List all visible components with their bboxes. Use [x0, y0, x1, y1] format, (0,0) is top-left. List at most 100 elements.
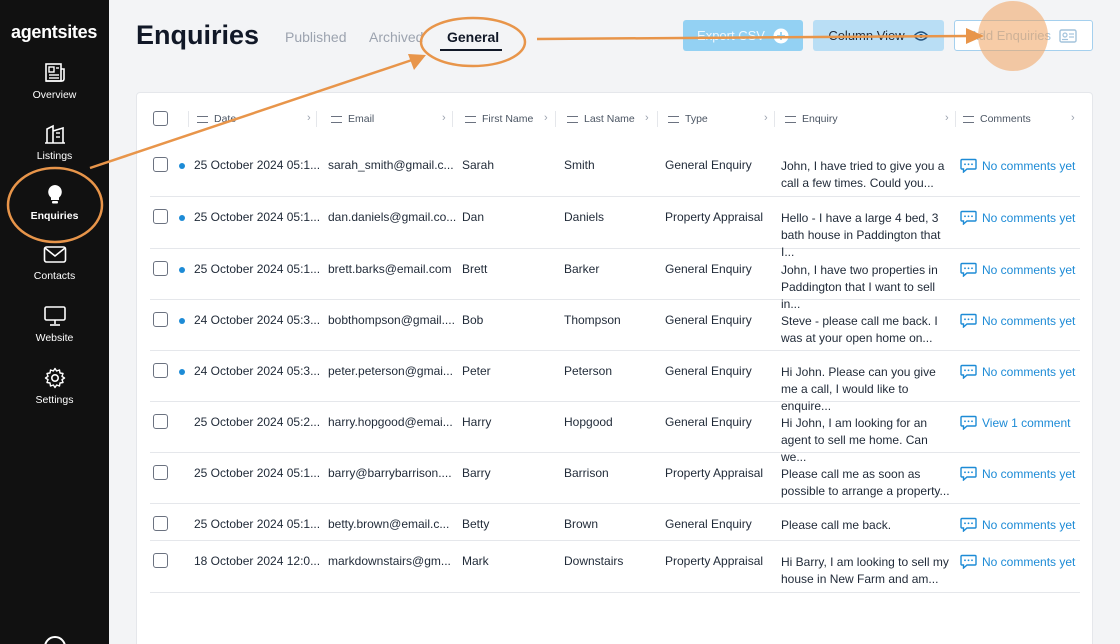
export-csv-label: Export CSV [697, 28, 765, 43]
column-header-last-name[interactable]: Last Name [567, 113, 635, 125]
cell-last-name: Hopgood [564, 415, 613, 429]
sidebar-item-label: Listings [36, 150, 73, 162]
column-header-type[interactable]: Type [668, 113, 708, 125]
cell-first-name: Sarah [462, 158, 495, 172]
sidebar-item-label: Overview [32, 89, 77, 101]
sidebar-item-label: Contacts [33, 270, 76, 282]
column-label: Date [214, 113, 237, 125]
chevron-right-icon[interactable]: › [645, 112, 649, 124]
cell-date: 25 October 2024 05:1... [194, 262, 321, 276]
enquiries-table: Date › Email › First Name › Last Name › … [136, 92, 1093, 644]
row-checkbox[interactable] [153, 465, 168, 480]
table-row[interactable]: 24 October 2024 05:3... peter.peterson@gm… [150, 351, 1080, 413]
comment-bubble-icon [960, 466, 977, 481]
sidebar-item-settings[interactable]: Settings [0, 367, 109, 423]
add-enquiries-button[interactable]: Add Enquiries [954, 20, 1093, 51]
comments-link[interactable]: No comments yet [960, 262, 1075, 277]
column-header-enquiry[interactable]: Enquiry [785, 113, 838, 125]
cell-first-name: Bob [462, 313, 484, 327]
column-label: Enquiry [802, 113, 838, 125]
unread-indicator [179, 267, 185, 273]
table-row[interactable]: 25 October 2024 05:1... dan.daniels@gmail… [150, 197, 1080, 259]
cell-email: sarah_smith@gmail.c... [328, 158, 454, 172]
cell-email: harry.hopgood@emai... [328, 415, 453, 429]
row-checkbox[interactable] [153, 312, 168, 327]
table-row[interactable]: 25 October 2024 05:1... brett.barks@email… [150, 249, 1080, 311]
cell-date: 25 October 2024 05:2... [194, 415, 321, 429]
comments-link[interactable]: No comments yet [960, 517, 1075, 532]
row-checkbox[interactable] [153, 516, 168, 531]
comments-link[interactable]: No comments yet [960, 554, 1075, 569]
sidebar-item-website[interactable]: Website [0, 305, 109, 361]
table-row[interactable]: 18 October 2024 12:0... markdownstairs@gm… [150, 541, 1080, 593]
table-header: Date › Email › First Name › Last Name › … [137, 93, 1092, 145]
comments-label: No comments yet [982, 466, 1076, 481]
comment-bubble-icon [960, 364, 977, 379]
comments-label: No comments yet [982, 210, 1076, 225]
column-separator [657, 111, 658, 127]
comments-label: No comments yet [982, 364, 1076, 379]
building-icon [44, 124, 65, 144]
envelope-icon [43, 246, 66, 263]
cell-last-name: Thompson [564, 313, 621, 327]
cell-first-name: Dan [462, 210, 485, 224]
chevron-right-icon[interactable]: › [544, 112, 548, 124]
sidebar-item-contacts[interactable]: Contacts [0, 245, 109, 301]
tab-published[interactable]: Published [285, 29, 347, 45]
comments-link[interactable]: No comments yet [960, 313, 1075, 328]
chevron-right-icon[interactable]: › [764, 112, 768, 124]
drag-handle-icon [197, 115, 208, 123]
chevron-right-icon[interactable]: › [307, 112, 311, 124]
table-row[interactable]: 25 October 2024 05:1... sarah_smith@gmail… [150, 145, 1080, 197]
sidebar-item-label: Settings [35, 394, 74, 406]
chevron-right-icon[interactable]: › [1071, 112, 1075, 124]
chevron-right-icon[interactable]: › [945, 112, 949, 124]
column-header-date[interactable]: Date [197, 113, 236, 125]
drag-handle-icon [668, 115, 679, 123]
column-header-first-name[interactable]: First Name [465, 113, 533, 125]
column-header-comments[interactable]: Comments [963, 113, 1031, 125]
cell-type: General Enquiry [665, 158, 752, 172]
comments-link[interactable]: No comments yet [960, 210, 1075, 225]
unread-indicator [179, 163, 185, 169]
column-view-button[interactable]: Column View [813, 20, 944, 51]
column-separator [452, 111, 453, 127]
comments-link[interactable]: No comments yet [960, 466, 1075, 481]
cell-email: dan.daniels@gmail.co... [328, 210, 457, 224]
row-checkbox[interactable] [153, 363, 168, 378]
cell-email: barry@barrybarrison.... [328, 466, 452, 480]
cell-enquiry: Please call me back. [781, 518, 892, 532]
column-separator [555, 111, 556, 127]
comments-link[interactable]: No comments yet [960, 364, 1075, 379]
tab-archived[interactable]: Archived [369, 29, 423, 45]
row-checkbox[interactable] [153, 414, 168, 429]
row-checkbox[interactable] [153, 261, 168, 276]
row-checkbox[interactable] [153, 157, 168, 172]
sidebar-item-enquiries[interactable]: Enquiries [0, 183, 109, 239]
select-all-checkbox[interactable] [153, 111, 168, 126]
comments-link[interactable]: View 1 comment [960, 415, 1070, 430]
sidebar-item-overview[interactable]: Overview [0, 62, 109, 118]
tab-general[interactable]: General [447, 29, 499, 45]
table-row[interactable]: 25 October 2024 05:2... harry.hopgood@ema… [150, 402, 1080, 464]
column-label: Last Name [584, 113, 635, 125]
cell-enquiry: Please call me as soon as possible to ar… [781, 467, 950, 498]
column-header-email[interactable]: Email [331, 113, 374, 125]
export-csv-button[interactable]: Export CSV [683, 20, 803, 51]
id-card-icon [1059, 28, 1077, 43]
table-row[interactable]: 25 October 2024 05:1... barry@barrybarris… [150, 453, 1080, 504]
cell-last-name: Barrison [564, 466, 609, 480]
row-checkbox[interactable] [153, 553, 168, 568]
table-row[interactable]: 25 October 2024 05:1... betty.brown@email… [150, 504, 1080, 541]
drag-handle-icon [465, 115, 476, 123]
row-checkbox[interactable] [153, 209, 168, 224]
sidebar-item-listings[interactable]: Listings [0, 123, 109, 179]
table-row[interactable]: 24 October 2024 05:3... bobthompson@gmail… [150, 300, 1080, 351]
chevron-right-icon[interactable]: › [442, 112, 446, 124]
help-icon[interactable] [44, 636, 66, 644]
comments-link[interactable]: No comments yet [960, 158, 1075, 173]
column-separator [955, 111, 956, 127]
comment-bubble-icon [960, 210, 977, 225]
active-tab-indicator [440, 49, 502, 51]
drag-handle-icon [567, 115, 578, 123]
